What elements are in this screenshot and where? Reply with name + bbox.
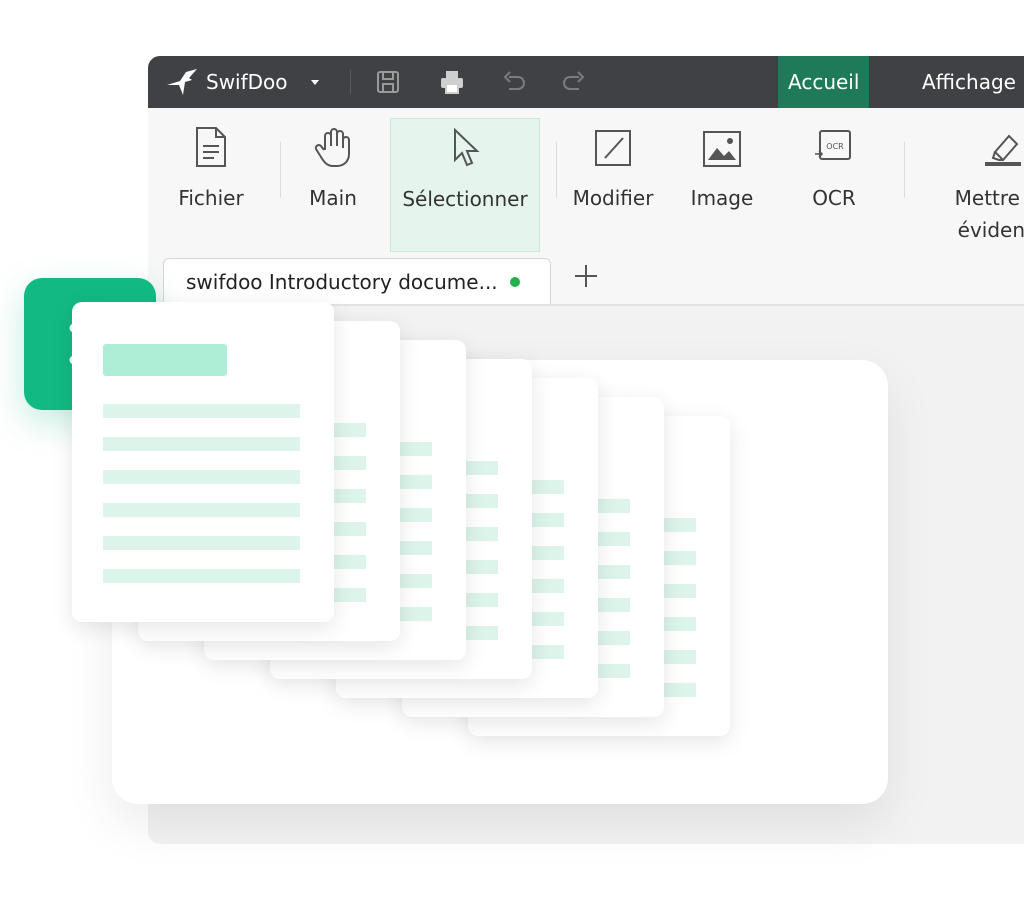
- redo-icon[interactable]: [560, 68, 588, 96]
- text-line-placeholder: [103, 503, 300, 517]
- hand-tool-button[interactable]: Main: [296, 118, 370, 250]
- divider: [556, 142, 557, 198]
- cursor-icon: [454, 127, 480, 167]
- tab-affichage[interactable]: Affichage: [912, 56, 1024, 108]
- edit-label: Modifier: [572, 186, 654, 210]
- ocr-icon-text: OCR: [826, 142, 844, 151]
- divider: [350, 70, 351, 94]
- select-label: Sélectionner: [402, 187, 528, 211]
- undo-icon[interactable]: [500, 68, 528, 96]
- swift-logo-icon: [167, 69, 197, 95]
- divider: [904, 142, 905, 198]
- text-line-placeholder: [103, 437, 300, 451]
- image-button[interactable]: Image: [680, 118, 764, 250]
- document-tab-title: swifdoo Introductory docume...: [186, 269, 498, 294]
- print-icon[interactable]: [438, 68, 466, 96]
- text-line-placeholder: [103, 569, 300, 583]
- save-icon[interactable]: [374, 68, 402, 96]
- ribbon-toolbar: Fichier Main Sélectionner Modifier Image…: [148, 108, 1024, 252]
- tab-accueil[interactable]: Accueil: [778, 56, 870, 108]
- document-tabs-bar: swifdoo Introductory docume...: [148, 252, 1024, 306]
- ocr-icon: OCR: [815, 130, 851, 160]
- file-button[interactable]: Fichier: [168, 118, 254, 250]
- text-line-placeholder: [103, 404, 300, 418]
- document-page-illustration: [72, 302, 334, 622]
- hand-icon: [314, 128, 350, 167]
- hand-label: Main: [309, 186, 357, 210]
- app-menu[interactable]: SwifDoo: [166, 56, 322, 108]
- new-tab-plus-icon[interactable]: [572, 262, 600, 290]
- saved-status-dot: [509, 276, 520, 287]
- title-bar: SwifDoo Accueil Affichage: [148, 56, 1024, 108]
- file-icon: [196, 127, 226, 167]
- image-label: Image: [690, 186, 754, 210]
- heading-placeholder: [103, 344, 227, 376]
- highlight-button[interactable]: Mettre en évidence: [928, 118, 1024, 250]
- text-line-placeholder: [103, 470, 300, 484]
- file-label: Fichier: [178, 186, 244, 210]
- ocr-label: OCR: [812, 186, 856, 210]
- edit-button[interactable]: Modifier: [564, 118, 662, 250]
- divider: [280, 142, 281, 198]
- image-icon: [703, 131, 741, 167]
- text-line-placeholder: [103, 536, 300, 550]
- select-tool-button[interactable]: Sélectionner: [390, 118, 540, 252]
- highlight-label: Mettre en évidence: [954, 186, 1024, 242]
- highlight-icon: [985, 134, 1021, 166]
- document-tab[interactable]: swifdoo Introductory docume...: [163, 258, 551, 304]
- chevron-down-icon[interactable]: [308, 75, 322, 89]
- ocr-button[interactable]: OCR OCR: [798, 118, 870, 250]
- app-name: SwifDoo: [206, 70, 288, 94]
- edit-icon: [595, 130, 631, 166]
